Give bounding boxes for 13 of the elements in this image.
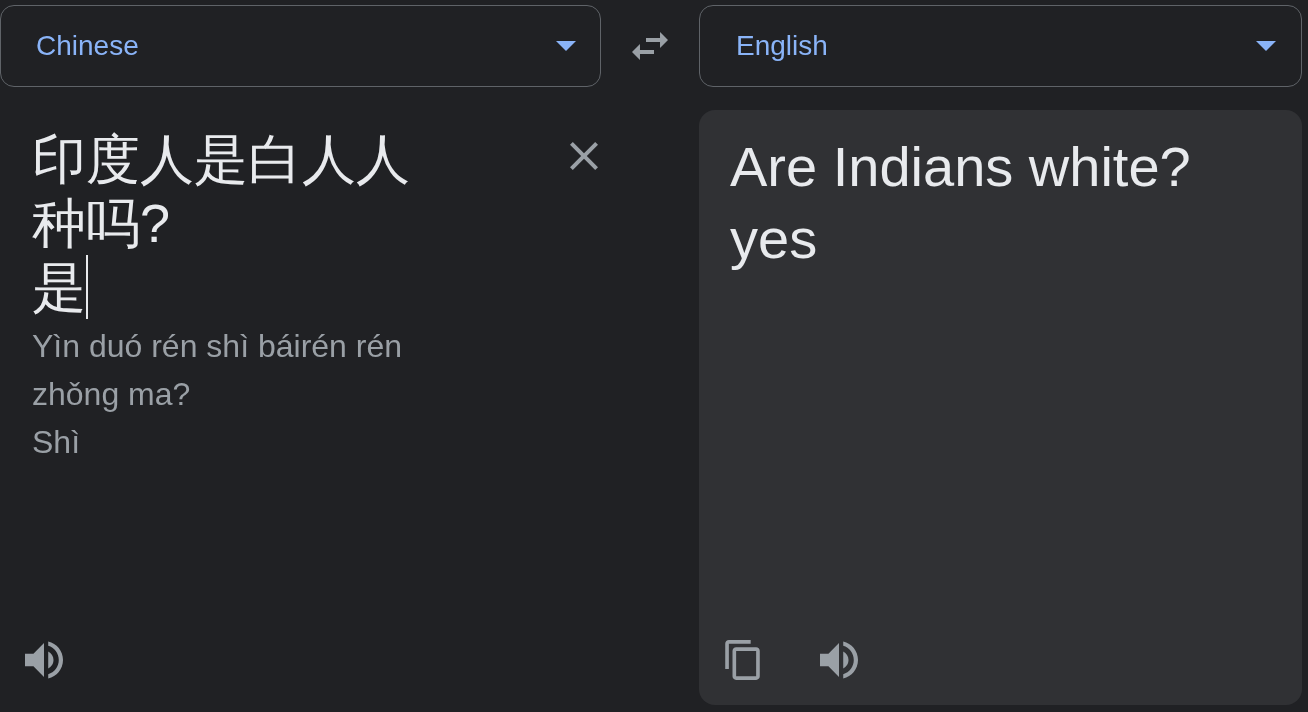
source-language-select[interactable]: Chinese — [0, 5, 601, 87]
caret-icon — [556, 41, 576, 51]
speaker-icon — [820, 641, 858, 679]
caret-icon — [1256, 41, 1276, 51]
close-icon — [570, 142, 598, 170]
swap-icon — [632, 32, 668, 60]
source-text-input[interactable]: 印度人是白人人种吗? 是 — [32, 127, 452, 319]
target-language-select[interactable]: English — [699, 5, 1302, 87]
transliteration-text: Yìn duó rén shì báirén rén zhǒng ma? Shì — [32, 327, 403, 462]
copy-icon — [724, 640, 760, 680]
translation-text: Are Indians white? yes — [730, 134, 1192, 272]
clear-button[interactable] — [568, 140, 600, 172]
speaker-icon — [25, 641, 63, 679]
